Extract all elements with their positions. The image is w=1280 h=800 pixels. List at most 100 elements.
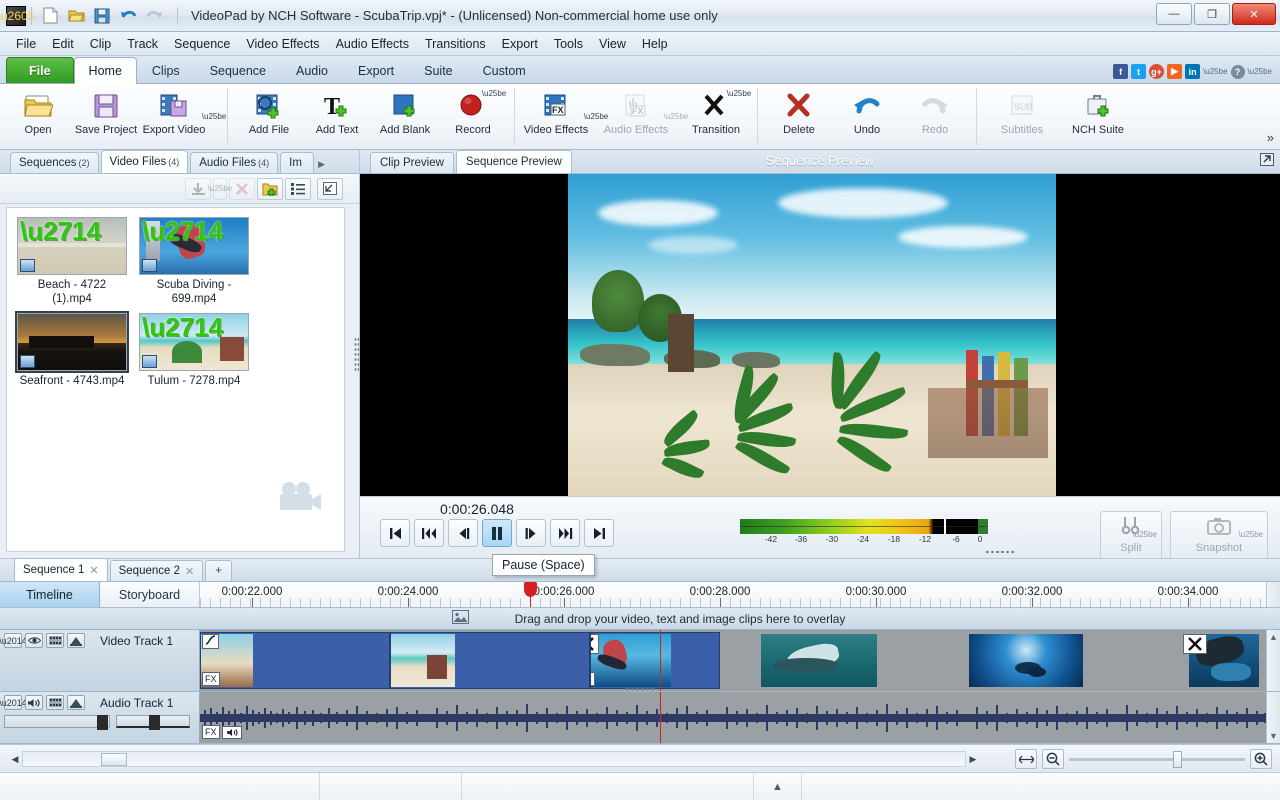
bin-tab-sequences[interactable]: Sequences (2) xyxy=(10,152,99,173)
timeline-vertical-scrollbar-bottom[interactable]: ▼ xyxy=(1266,692,1280,743)
bin-tab-audio-files[interactable]: Audio Files (4) xyxy=(190,152,279,173)
track-properties-button[interactable] xyxy=(67,633,85,648)
timeline-clip[interactable] xyxy=(920,632,1130,689)
previous-clip-button[interactable] xyxy=(414,519,444,547)
facebook-icon[interactable]: f xyxy=(1113,64,1129,79)
step-forward-button[interactable] xyxy=(516,519,546,547)
bin-tab-video-files[interactable]: Video Files (4) xyxy=(100,150,189,173)
detach-panel-button[interactable] xyxy=(317,177,343,200)
clip-transition-badge[interactable] xyxy=(591,634,599,654)
storyboard-mode-button[interactable]: Storyboard xyxy=(100,582,200,607)
audio-clip-fx-badge[interactable]: FX xyxy=(202,725,220,739)
snapshot-dropdown-caret[interactable]: \u25be xyxy=(1239,530,1263,539)
audio-clip-mute-badge[interactable] xyxy=(222,726,242,739)
add-file-button[interactable]: Add File xyxy=(235,84,303,149)
scroll-up-icon[interactable]: ▲ xyxy=(1269,632,1278,642)
close-button[interactable]: ✕ xyxy=(1232,3,1276,25)
track-resize-grip[interactable] xyxy=(625,687,655,691)
video-preview-canvas[interactable] xyxy=(360,174,1280,496)
menu-track[interactable]: Track xyxy=(119,34,166,54)
add-folder-button[interactable] xyxy=(257,177,283,200)
timeline-mode-button[interactable]: Timeline xyxy=(0,582,100,607)
sequence-tab-1[interactable]: Sequence 1 ✕ xyxy=(14,558,108,581)
collapse-track-button[interactable]: \u2014 xyxy=(0,633,27,648)
volume-slider-knob[interactable] xyxy=(97,715,108,730)
menu-export[interactable]: Export xyxy=(494,34,546,54)
share-icon[interactable]: ▶ xyxy=(1167,64,1183,79)
playhead-handle[interactable] xyxy=(524,582,537,597)
split-button[interactable]: Split \u25be xyxy=(1100,511,1162,559)
undo-icon[interactable] xyxy=(117,5,139,27)
maximize-button[interactable]: ❐ xyxy=(1194,3,1230,25)
transition-button[interactable]: Transition \u25be xyxy=(682,84,751,149)
zoom-slider[interactable] xyxy=(1069,750,1245,768)
save-icon[interactable] xyxy=(91,5,113,27)
help-icon[interactable]: ? xyxy=(1230,64,1245,79)
menu-sequence[interactable]: Sequence xyxy=(166,34,238,54)
next-clip-button[interactable] xyxy=(550,519,580,547)
pan-slider-knob[interactable] xyxy=(149,715,160,730)
menu-help[interactable]: Help xyxy=(634,34,676,54)
ribbon-tab-home[interactable]: Home xyxy=(73,57,137,84)
menu-view[interactable]: View xyxy=(591,34,634,54)
timeline-clip[interactable]: FX xyxy=(590,632,720,689)
tab-clip-preview[interactable]: Clip Preview xyxy=(370,152,454,173)
timeline-clip[interactable] xyxy=(720,632,920,689)
media-item-seafront[interactable]: Seafront - 4743.mp4 xyxy=(15,310,129,388)
export-video-button[interactable]: Export Video xyxy=(140,84,208,149)
step-back-button[interactable] xyxy=(448,519,478,547)
panel-resize-handle[interactable] xyxy=(354,337,359,371)
media-thumbnail[interactable] xyxy=(15,310,129,373)
ribbon-tab-clips[interactable]: Clips xyxy=(137,57,195,83)
zoom-out-button[interactable] xyxy=(1042,749,1064,769)
zoom-slider-knob[interactable] xyxy=(1173,750,1182,768)
go-to-end-button[interactable] xyxy=(584,519,614,547)
media-thumbnail[interactable]: \u2714 xyxy=(17,217,127,275)
minimize-button[interactable]: — xyxy=(1156,3,1192,25)
record-dropdown-caret[interactable]: \u25be xyxy=(482,89,506,98)
scroll-left-button[interactable]: ◀ xyxy=(8,751,22,767)
menu-tools[interactable]: Tools xyxy=(546,34,591,54)
timeline-clip[interactable] xyxy=(390,632,590,689)
menu-transitions[interactable]: Transitions xyxy=(417,34,494,54)
google-plus-icon[interactable]: g+ xyxy=(1149,64,1165,79)
media-thumbnail[interactable]: \u2714 xyxy=(139,312,249,371)
clip-fx-badge[interactable]: FX xyxy=(202,672,220,686)
clip-transition-badge[interactable] xyxy=(1183,634,1207,654)
scrollbar-track[interactable] xyxy=(22,751,966,767)
linkedin-icon[interactable]: in xyxy=(1185,64,1201,79)
export-video-dropdown-caret[interactable]: \u25be xyxy=(202,84,226,149)
open-folder-icon[interactable] xyxy=(65,5,87,27)
close-icon[interactable]: ✕ xyxy=(185,565,194,578)
ribbon-overflow-button[interactable]: » xyxy=(1267,130,1274,145)
add-sequence-button[interactable]: + xyxy=(205,560,232,581)
track-solo-button[interactable] xyxy=(46,695,64,710)
menu-edit[interactable]: Edit xyxy=(44,34,82,54)
menu-file[interactable]: File xyxy=(8,34,44,54)
save-project-button[interactable]: Save Project xyxy=(72,84,140,149)
new-project-icon[interactable] xyxy=(39,5,61,27)
menu-clip[interactable]: Clip xyxy=(82,34,120,54)
transition-dropdown-caret[interactable]: \u25be xyxy=(727,89,751,98)
open-button[interactable]: Open xyxy=(4,84,72,149)
ribbon-tab-export[interactable]: Export xyxy=(343,57,409,83)
delete-button[interactable]: Delete xyxy=(765,84,833,149)
track-lock-button[interactable] xyxy=(46,633,64,648)
video-track-clips[interactable]: FX FX xyxy=(200,630,1266,691)
add-blank-button[interactable]: Add Blank xyxy=(371,84,439,149)
media-item-scuba[interactable]: \u2714 Scuba Diving - 699.mp4 xyxy=(139,217,249,307)
record-button[interactable]: Record \u25be xyxy=(439,84,507,149)
pause-button[interactable] xyxy=(482,519,512,547)
track-properties-button[interactable] xyxy=(67,695,85,710)
ribbon-tab-file[interactable]: File xyxy=(6,57,74,83)
sequence-tab-2[interactable]: Sequence 2 ✕ xyxy=(109,560,204,581)
ribbon-tab-audio[interactable]: Audio xyxy=(281,57,343,83)
video-effects-button[interactable]: FX Video Effects xyxy=(522,84,590,149)
media-item-beach[interactable]: \u2714 Beach - 4722 (1).mp4 xyxy=(17,217,127,307)
list-view-button[interactable] xyxy=(285,177,311,200)
close-icon[interactable]: ✕ xyxy=(89,564,98,577)
video-effects-dropdown-caret[interactable]: \u25be xyxy=(584,84,608,149)
twitter-icon[interactable]: t xyxy=(1131,64,1147,79)
timeline-clip[interactable] xyxy=(1130,632,1260,689)
tab-sequence-preview[interactable]: Sequence Preview xyxy=(455,150,572,173)
